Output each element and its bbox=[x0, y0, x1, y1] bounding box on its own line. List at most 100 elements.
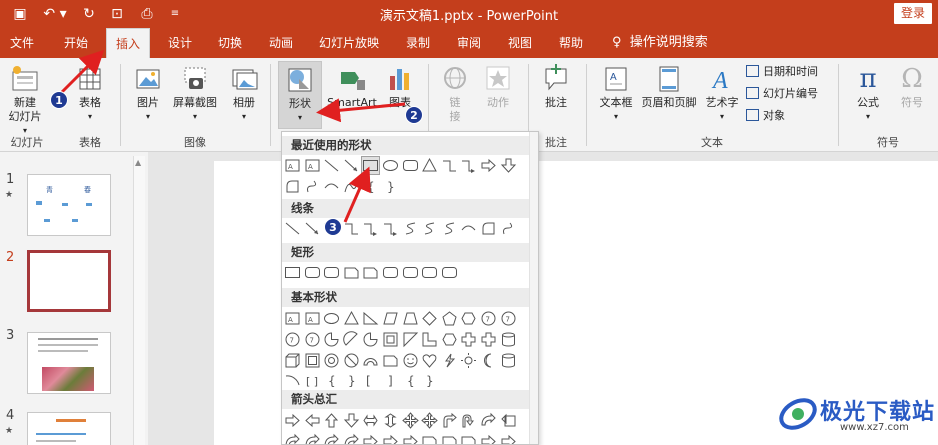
shape-option[interactable] bbox=[284, 264, 301, 281]
tab-design[interactable]: 设计 bbox=[168, 28, 192, 58]
shape-option[interactable] bbox=[304, 352, 321, 369]
tab-transitions[interactable]: 切换 bbox=[218, 28, 242, 58]
shape-option[interactable]: { bbox=[323, 372, 340, 389]
shape-option[interactable] bbox=[284, 352, 301, 369]
screenshot-button[interactable]: 屏幕截图 ▾ bbox=[169, 64, 221, 124]
slide-thumbnail-4[interactable] bbox=[27, 412, 111, 445]
shape-option[interactable] bbox=[343, 264, 360, 281]
shape-option[interactable] bbox=[304, 220, 321, 237]
shape-option[interactable] bbox=[343, 220, 360, 237]
shape-option[interactable] bbox=[362, 412, 379, 429]
shape-option[interactable] bbox=[402, 331, 419, 348]
tell-me-search[interactable]: ♀ 操作说明搜索 bbox=[612, 28, 708, 58]
shape-option[interactable] bbox=[402, 220, 419, 237]
shape-option[interactable] bbox=[460, 157, 477, 174]
shape-option[interactable] bbox=[480, 157, 497, 174]
header-footer-button[interactable]: 页眉和页脚 bbox=[636, 64, 702, 110]
shape-option[interactable] bbox=[323, 352, 340, 369]
shape-option[interactable] bbox=[361, 156, 381, 175]
shape-option[interactable] bbox=[284, 178, 301, 195]
action-button[interactable]: 动作 bbox=[478, 64, 518, 110]
shape-option[interactable] bbox=[284, 433, 301, 445]
shape-option[interactable] bbox=[323, 157, 340, 174]
shape-option[interactable] bbox=[500, 157, 517, 174]
shape-option[interactable] bbox=[460, 412, 477, 429]
chart-button[interactable]: 图表 bbox=[382, 64, 418, 110]
shape-option[interactable] bbox=[382, 310, 399, 327]
photo-album-button[interactable]: 相册 ▾ bbox=[226, 64, 262, 124]
shape-option[interactable] bbox=[362, 264, 379, 281]
shape-option[interactable] bbox=[362, 310, 379, 327]
shape-option[interactable]: { bbox=[402, 372, 419, 389]
login-button[interactable]: 登录 bbox=[894, 3, 932, 24]
tab-view[interactable]: 视图 bbox=[508, 28, 532, 58]
shape-option[interactable] bbox=[402, 264, 419, 281]
comment-button[interactable]: 批注 bbox=[536, 64, 576, 110]
shape-option[interactable] bbox=[480, 220, 497, 237]
shape-option[interactable] bbox=[343, 310, 360, 327]
shape-option[interactable] bbox=[441, 157, 458, 174]
shape-option[interactable] bbox=[500, 331, 517, 348]
shape-option[interactable] bbox=[284, 412, 301, 429]
shape-option[interactable]: [ bbox=[362, 372, 379, 389]
shape-option[interactable]: A bbox=[304, 157, 321, 174]
shape-option[interactable] bbox=[441, 264, 458, 281]
shapes-button[interactable]: 形状 ▾ bbox=[278, 61, 322, 129]
shape-option[interactable] bbox=[421, 412, 438, 429]
shape-option[interactable] bbox=[382, 264, 399, 281]
slide-thumbnail-2[interactable] bbox=[27, 250, 111, 312]
shape-option[interactable] bbox=[382, 331, 399, 348]
tab-animations[interactable]: 动画 bbox=[269, 28, 293, 58]
object-button[interactable]: 对象 bbox=[746, 108, 785, 124]
shape-option[interactable]: { bbox=[362, 178, 379, 195]
slide-thumbnail-1[interactable]: 青 春 bbox=[27, 174, 111, 236]
thumbnail-scrollbar[interactable]: ▲ bbox=[133, 156, 145, 445]
shape-option[interactable] bbox=[421, 220, 438, 237]
shape-option[interactable] bbox=[362, 433, 379, 445]
shape-option[interactable] bbox=[343, 352, 360, 369]
shape-option[interactable] bbox=[441, 220, 458, 237]
shape-option[interactable] bbox=[500, 433, 517, 445]
shape-option[interactable] bbox=[441, 433, 458, 445]
shape-option[interactable] bbox=[480, 412, 497, 429]
shape-option[interactable] bbox=[382, 157, 399, 174]
shape-option[interactable] bbox=[421, 264, 438, 281]
shape-option[interactable] bbox=[421, 433, 438, 445]
shape-option[interactable] bbox=[323, 412, 340, 429]
shape-option[interactable] bbox=[382, 352, 399, 369]
shape-option[interactable] bbox=[362, 352, 379, 369]
shape-option[interactable] bbox=[304, 264, 321, 281]
shape-option[interactable]: A bbox=[284, 310, 301, 327]
shape-option[interactable] bbox=[441, 412, 458, 429]
tab-review[interactable]: 审阅 bbox=[457, 28, 481, 58]
table-button[interactable]: 表格 ▾ bbox=[70, 64, 110, 124]
shape-option[interactable] bbox=[460, 310, 477, 327]
shape-option[interactable]: } bbox=[343, 372, 360, 389]
scroll-up-icon[interactable]: ▲ bbox=[135, 158, 141, 167]
shape-option[interactable] bbox=[323, 433, 340, 445]
picture-button[interactable]: 图片 ▾ bbox=[128, 64, 168, 124]
shape-option[interactable]: } bbox=[382, 178, 399, 195]
shape-option[interactable] bbox=[421, 352, 438, 369]
shape-option[interactable]: 7 bbox=[304, 331, 321, 348]
shape-option[interactable] bbox=[421, 331, 438, 348]
shape-option[interactable] bbox=[323, 178, 340, 195]
shape-option[interactable] bbox=[362, 220, 379, 237]
shape-option[interactable] bbox=[284, 220, 301, 237]
shape-option[interactable] bbox=[460, 220, 477, 237]
shape-option[interactable] bbox=[480, 433, 497, 445]
shape-option[interactable] bbox=[284, 372, 301, 389]
tab-insert[interactable]: 插入 bbox=[106, 28, 151, 58]
shape-option[interactable]: [ ] bbox=[304, 372, 321, 389]
shape-option[interactable] bbox=[460, 352, 477, 369]
shape-option[interactable] bbox=[500, 220, 517, 237]
shape-option[interactable] bbox=[421, 157, 438, 174]
tab-home[interactable]: 开始 bbox=[64, 28, 88, 58]
symbol-button[interactable]: Ω 符号 bbox=[892, 64, 932, 110]
shape-option[interactable] bbox=[460, 433, 477, 445]
wordart-button[interactable]: A 艺术字 ▾ bbox=[702, 64, 742, 124]
textbox-button[interactable]: A 文本框 ▾ bbox=[594, 64, 638, 124]
date-time-button[interactable]: 日期和时间 bbox=[746, 64, 818, 80]
shape-option[interactable] bbox=[343, 157, 360, 174]
shape-option[interactable]: 7 bbox=[500, 310, 517, 327]
